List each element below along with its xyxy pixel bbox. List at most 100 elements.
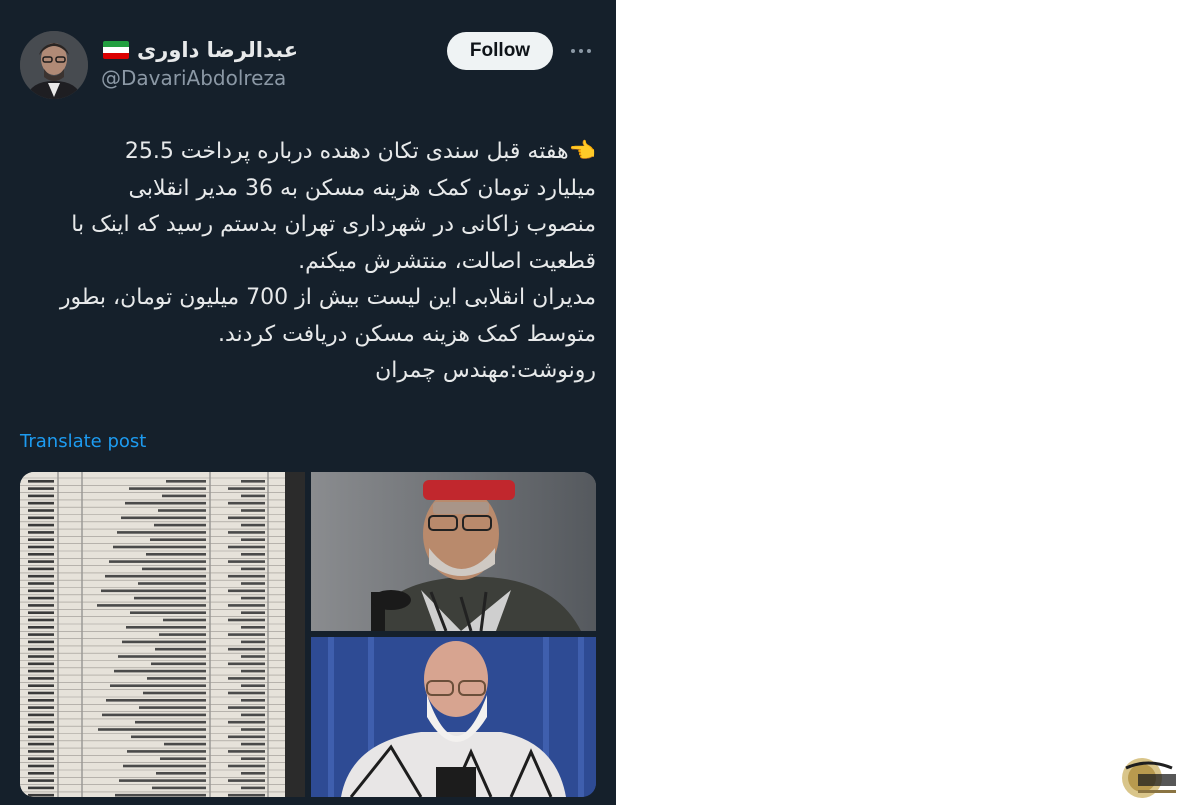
- document-cell-number: [28, 626, 54, 629]
- document-cell-name: [241, 713, 265, 717]
- author-name-row[interactable]: عبدالرضا داوری: [103, 36, 298, 64]
- document-photo[interactable]: [20, 472, 305, 797]
- document-cell-text: [121, 516, 206, 520]
- avatar-image: [20, 31, 88, 99]
- document-cell-name: [241, 626, 265, 629]
- site-logo-watermark: [1116, 754, 1180, 800]
- document-cell-text: [134, 596, 206, 600]
- portrait-photo-top[interactable]: [311, 472, 596, 631]
- document-cell-number: [28, 669, 54, 673]
- more-horizontal-icon[interactable]: [565, 41, 597, 61]
- document-cell-name: [228, 618, 265, 622]
- document-cell-number: [28, 735, 54, 739]
- document-cell-name: [241, 582, 265, 585]
- document-cell-text: [130, 611, 206, 614]
- document-cell-number: [28, 662, 54, 666]
- document-cell-text: [117, 531, 206, 534]
- more-dot: [579, 49, 583, 53]
- document-cell-text: [119, 779, 206, 782]
- document-cell-name: [228, 691, 265, 695]
- document-cell-name: [228, 574, 265, 578]
- document-cell-text: [101, 589, 206, 593]
- document-cell-name: [228, 764, 265, 768]
- tweet-line: میلیارد تومان کمک هزینه مسکن به 36 مدیر …: [128, 175, 597, 201]
- document-cell-number: [28, 531, 54, 534]
- document-cell-number: [28, 567, 54, 571]
- document-cell-number: [28, 589, 54, 593]
- translate-post-link[interactable]: Translate post: [20, 431, 146, 452]
- document-cell-name: [241, 757, 265, 760]
- document-cell-number: [28, 538, 54, 541]
- document-cell-name: [241, 596, 265, 600]
- document-cell-number: [28, 655, 54, 658]
- document-cell-number: [28, 757, 54, 760]
- author-display-name[interactable]: عبدالرضا داوری: [137, 38, 298, 62]
- document-cell-number: [28, 596, 54, 600]
- document-cell-number: [28, 582, 54, 585]
- document-cell-name: [228, 560, 265, 563]
- document-cell-text: [155, 647, 206, 651]
- document-cell-number: [28, 786, 54, 790]
- document-cell-name: [241, 640, 265, 644]
- document-cell-text: [126, 626, 206, 629]
- portrait-photo-bottom[interactable]: [311, 637, 596, 797]
- document-cell-number: [28, 640, 54, 644]
- document-cell-number: [28, 516, 54, 520]
- media-grid: [20, 472, 596, 797]
- document-cell-text: [114, 669, 206, 673]
- iran-flag-icon: [103, 41, 129, 59]
- document-cell-text: [151, 662, 206, 666]
- document-cell-text: [109, 560, 206, 563]
- document-cell-name: [228, 589, 265, 593]
- more-dot: [571, 49, 575, 53]
- document-cell-number: [28, 699, 54, 702]
- document-cell-name: [228, 647, 265, 651]
- document-cell-name: [241, 742, 265, 746]
- tweet-line: مدیران انقلابی این لیست بیش از 700 میلیو…: [59, 285, 596, 310]
- document-cell-name: [241, 494, 265, 498]
- document-cell-number: [28, 750, 54, 753]
- follow-button[interactable]: Follow: [447, 32, 553, 70]
- document-cell-number: [28, 684, 54, 687]
- document-cell-text: [106, 699, 206, 702]
- document-cell-name: [241, 699, 265, 702]
- document-cell-text: [110, 684, 206, 687]
- document-cell-text: [154, 523, 206, 527]
- author-avatar[interactable]: [20, 31, 88, 99]
- document-cell-number: [28, 742, 54, 746]
- newspaper-logo-icon: [1122, 758, 1176, 798]
- document-cell-text: [166, 480, 206, 483]
- document-cell-name: [241, 567, 265, 571]
- document-cell-number: [28, 713, 54, 717]
- author-handle[interactable]: @DavariAbdolreza: [101, 66, 286, 90]
- document-cell-number: [28, 772, 54, 775]
- document-cell-text: [138, 582, 206, 585]
- document-cell-text: [113, 545, 206, 549]
- document-cell-name: [241, 786, 265, 790]
- document-cell-name: [241, 669, 265, 673]
- document-cell-text: [129, 487, 206, 490]
- document-cell-text: [147, 677, 206, 680]
- tweet-line: 👈هفته قبل سندی تکان دهنده درباره پرداخت …: [124, 139, 596, 164]
- document-cell-name: [241, 553, 265, 556]
- document-cell-name: [228, 793, 265, 797]
- document-cell-number: [28, 728, 54, 731]
- document-cell-number: [28, 574, 54, 578]
- document-cell-text: [123, 764, 206, 768]
- document-cell-text: [98, 728, 206, 731]
- tweet-text: 👈هفته قبل سندی تکان دهنده درباره پرداخت …: [22, 134, 596, 390]
- document-cell-name: [228, 750, 265, 753]
- document-cell-name: [241, 523, 265, 527]
- document-cell-number: [28, 501, 54, 505]
- document-cell-name: [228, 735, 265, 739]
- document-cell-number: [28, 545, 54, 549]
- document-cell-text: [162, 494, 206, 498]
- document-cell-number: [28, 560, 54, 563]
- document-cell-number: [28, 720, 54, 724]
- document-cell-text: [115, 793, 206, 797]
- document-cell-name: [228, 677, 265, 680]
- document-cell-text: [139, 706, 206, 709]
- document-cell-text: [150, 538, 206, 541]
- tweet-line: منصوب زاکانی در شهرداری تهران بدستم رسید…: [71, 212, 596, 237]
- document-cell-number: [28, 793, 54, 797]
